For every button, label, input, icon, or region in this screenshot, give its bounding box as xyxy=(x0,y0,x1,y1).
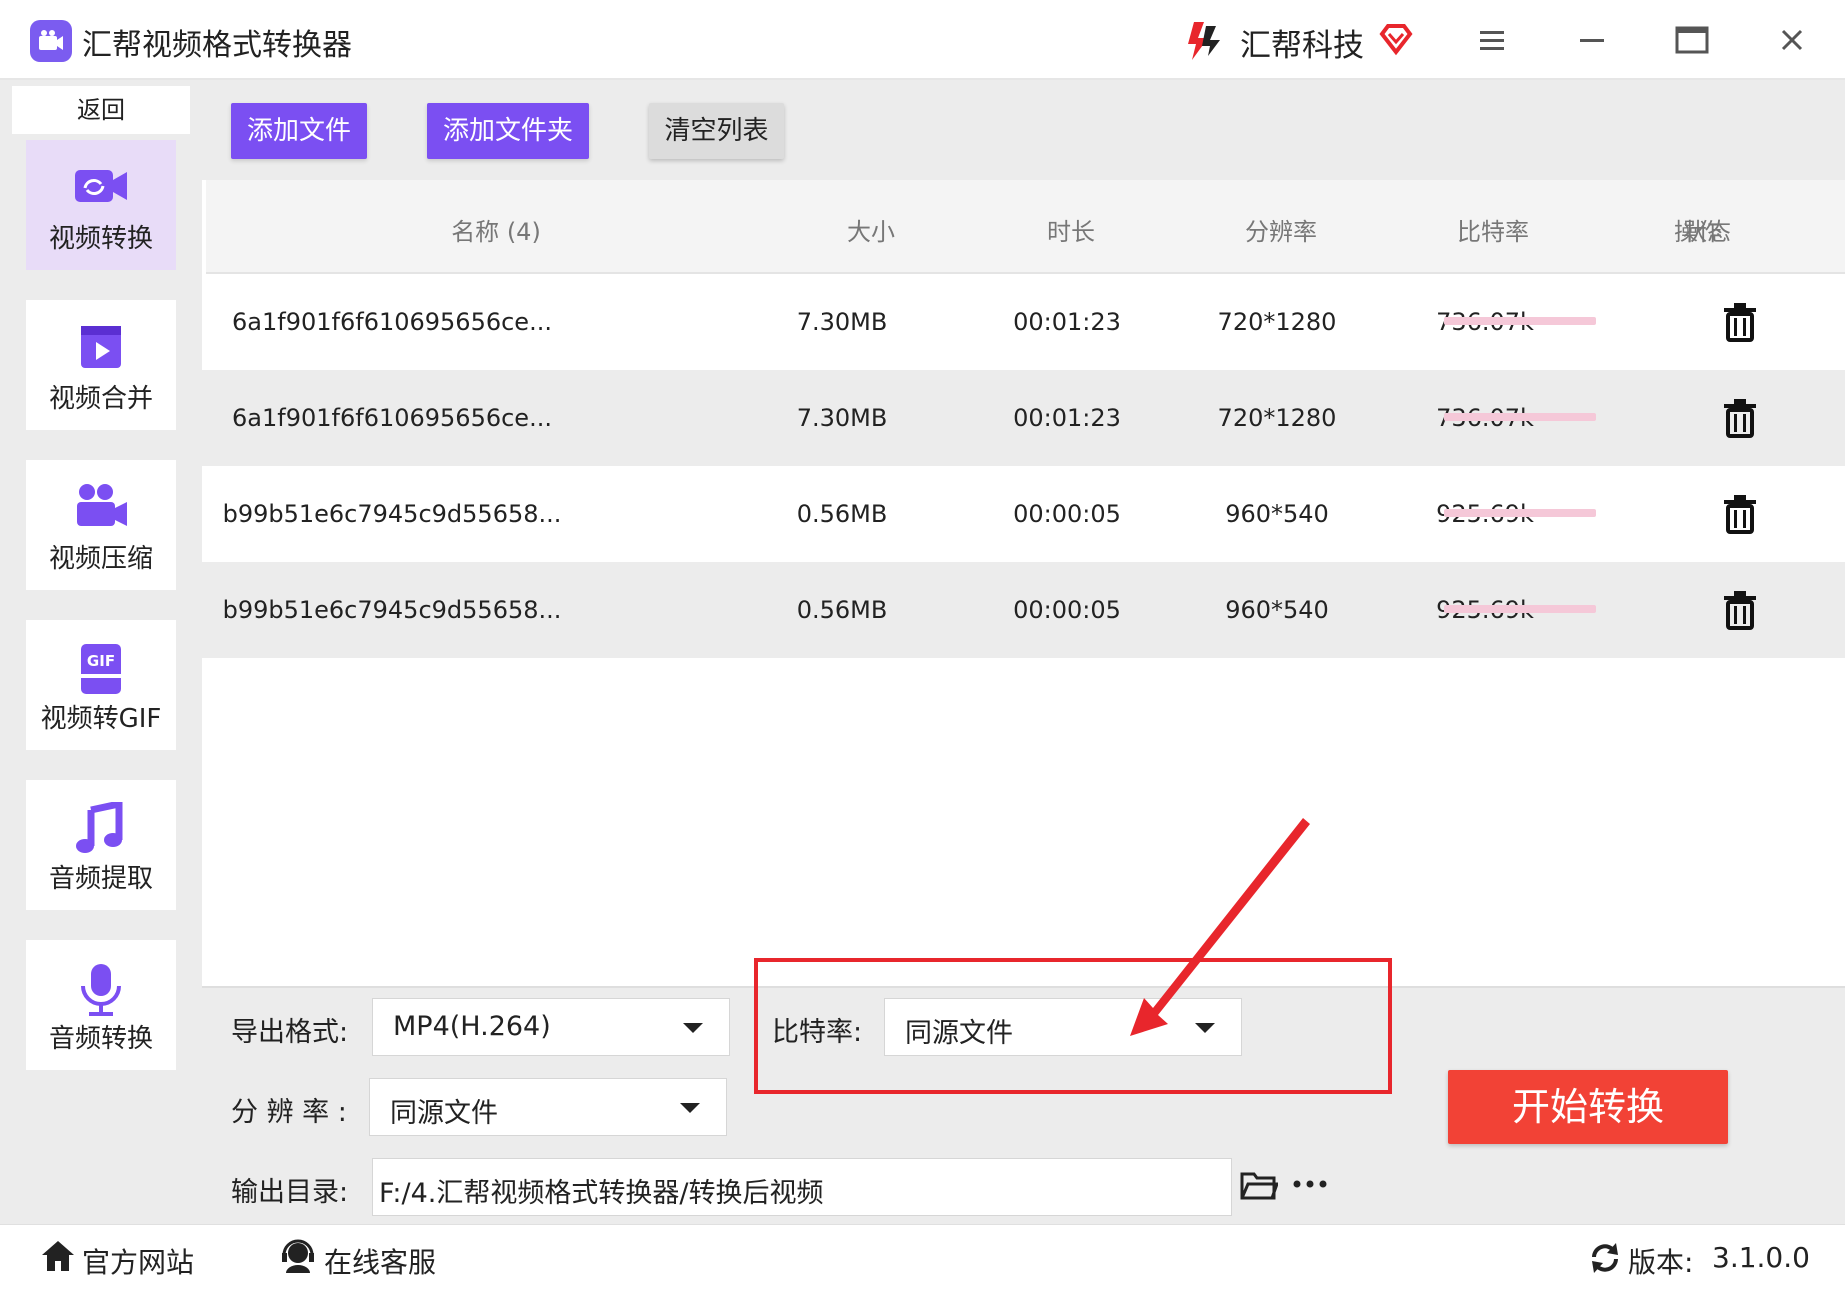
resolution-select[interactable]: 同源文件 xyxy=(369,1078,727,1136)
title-bar: 汇帮视频格式转换器 汇帮科技 xyxy=(0,0,1845,80)
delete-trash-icon[interactable] xyxy=(1722,302,1758,346)
video-merge-icon xyxy=(71,322,131,370)
sidebar-item-audio-convert[interactable]: 音频转换 xyxy=(26,940,176,1070)
version-number: 3.1.0.0 xyxy=(1712,1241,1810,1274)
add-file-button[interactable]: 添加文件 xyxy=(231,103,367,159)
status-progress-bar xyxy=(1444,605,1596,613)
app-title: 汇帮视频格式转换器 xyxy=(82,28,352,63)
folder-open-icon[interactable] xyxy=(1240,1170,1280,1206)
microphone-icon xyxy=(71,962,131,1016)
official-website-link[interactable]: 官方网站 xyxy=(82,1241,194,1281)
annotation-arrow-icon xyxy=(1110,810,1330,1044)
sidebar: 返回 视频转换 视频合并 视频压缩 GIF 视频转GIF 音频提取 音频转换 xyxy=(0,82,200,1224)
music-note-icon xyxy=(71,799,131,853)
sidebar-item-video-merge[interactable]: 视频合并 xyxy=(26,300,176,430)
sidebar-item-label: 视频合并 xyxy=(48,384,153,414)
customer-service-icon[interactable] xyxy=(280,1239,316,1277)
sidebar-item-label: 音频提取 xyxy=(48,864,153,894)
maximize-icon[interactable] xyxy=(1672,20,1712,60)
table-row[interactable]: b99b51e6c7945c9d55658... 0.56MB 00:00:05… xyxy=(202,562,1845,658)
sidebar-item-label: 音频转换 xyxy=(48,1024,153,1054)
footer-bar: 官方网站 在线客服 版本: 3.1.0.0 xyxy=(0,1224,1845,1289)
status-progress-bar xyxy=(1444,509,1596,517)
cell-duration: 00:01:23 xyxy=(1013,308,1121,336)
cell-size: 7.30MB xyxy=(796,404,888,432)
video-compress-icon xyxy=(71,482,131,530)
cell-size: 0.56MB xyxy=(796,596,888,624)
vip-diamond-icon[interactable] xyxy=(1378,20,1414,60)
table-header: 名称 (4) 大小 时长 分辨率 比特率 状态 操作 xyxy=(206,180,1845,274)
cell-resolution: 960*540 xyxy=(1225,500,1329,528)
refresh-icon[interactable] xyxy=(1588,1241,1622,1279)
sidebar-item-video-convert[interactable]: 视频转换 xyxy=(26,140,176,270)
column-header-resolution: 分辨率 xyxy=(1245,218,1317,246)
resolution-label: 分 辨 率 : xyxy=(231,1097,347,1128)
column-header-action: 操作 xyxy=(1674,218,1722,246)
home-icon[interactable] xyxy=(40,1239,76,1277)
delete-trash-icon[interactable] xyxy=(1722,398,1758,442)
table-row[interactable]: 6a1f901f6f610695656ce... 7.30MB 00:01:23… xyxy=(202,274,1845,370)
cell-name: 6a1f901f6f610695656ce... xyxy=(232,308,552,336)
column-header-duration: 时长 xyxy=(1047,218,1095,246)
minimize-icon[interactable] xyxy=(1572,20,1612,60)
status-progress-bar xyxy=(1444,317,1596,325)
chevron-down-icon xyxy=(680,1103,700,1113)
table-row[interactable]: 6a1f901f6f610695656ce... 7.30MB 00:01:23… xyxy=(202,370,1845,466)
close-icon[interactable] xyxy=(1772,20,1812,60)
version-label: 版本: xyxy=(1628,1246,1694,1279)
sidebar-item-audio-extract[interactable]: 音频提取 xyxy=(26,780,176,910)
cell-resolution: 960*540 xyxy=(1225,596,1329,624)
format-label: 导出格式: xyxy=(231,1017,349,1048)
resolution-value: 同源文件 xyxy=(390,1098,498,1129)
sidebar-item-video-gif[interactable]: GIF 视频转GIF xyxy=(26,620,176,750)
more-options-icon[interactable] xyxy=(1292,1176,1328,1196)
format-select[interactable]: MP4(H.264) xyxy=(372,998,730,1056)
gif-icon: GIF xyxy=(71,642,131,694)
brand-logo-icon xyxy=(1180,18,1226,68)
column-header-bitrate: 比特率 xyxy=(1457,218,1529,246)
status-progress-bar xyxy=(1444,413,1596,421)
start-convert-button[interactable]: 开始转换 xyxy=(1448,1070,1728,1144)
cell-size: 7.30MB xyxy=(796,308,888,336)
cell-duration: 00:01:23 xyxy=(1013,404,1121,432)
brand-name: 汇帮科技 xyxy=(1240,28,1364,64)
file-table: 名称 (4) 大小 时长 分辨率 比特率 状态 操作 6a1f901f6f610… xyxy=(202,180,1845,986)
video-convert-icon xyxy=(71,162,131,210)
cell-name: 6a1f901f6f610695656ce... xyxy=(232,404,552,432)
sidebar-item-label: 视频压缩 xyxy=(48,544,153,574)
cell-duration: 00:00:05 xyxy=(1013,500,1121,528)
column-header-size: 大小 xyxy=(847,218,895,246)
cell-resolution: 720*1280 xyxy=(1217,308,1337,336)
clear-list-button[interactable]: 清空列表 xyxy=(649,103,784,159)
delete-trash-icon[interactable] xyxy=(1722,590,1758,634)
cell-name: b99b51e6c7945c9d55658... xyxy=(222,500,562,528)
output-dir-label: 输出目录: xyxy=(231,1177,349,1208)
back-button[interactable]: 返回 xyxy=(12,86,190,134)
svg-text:GIF: GIF xyxy=(87,652,115,670)
output-path-input[interactable]: F:/4.汇帮视频格式转换器/转换后视频 xyxy=(372,1158,1232,1216)
online-support-link[interactable]: 在线客服 xyxy=(324,1241,436,1281)
chevron-down-icon xyxy=(683,1023,703,1033)
menu-icon[interactable] xyxy=(1472,20,1512,60)
cell-resolution: 720*1280 xyxy=(1217,404,1337,432)
sidebar-item-label: 视频转GIF xyxy=(40,704,162,734)
output-path-value: F:/4.汇帮视频格式转换器/转换后视频 xyxy=(379,1178,824,1209)
table-row[interactable]: b99b51e6c7945c9d55658... 0.56MB 00:00:05… xyxy=(202,466,1845,562)
app-logo-icon xyxy=(30,20,72,62)
sidebar-item-video-compress[interactable]: 视频压缩 xyxy=(26,460,176,590)
cell-duration: 00:00:05 xyxy=(1013,596,1121,624)
cell-name: b99b51e6c7945c9d55658... xyxy=(222,596,562,624)
cell-size: 0.56MB xyxy=(796,500,888,528)
column-header-name: 名称 (4) xyxy=(451,218,541,246)
delete-trash-icon[interactable] xyxy=(1722,494,1758,538)
add-folder-button[interactable]: 添加文件夹 xyxy=(427,103,589,159)
sidebar-item-label: 视频转换 xyxy=(48,224,153,254)
format-value: MP4(H.264) xyxy=(393,1011,551,1042)
